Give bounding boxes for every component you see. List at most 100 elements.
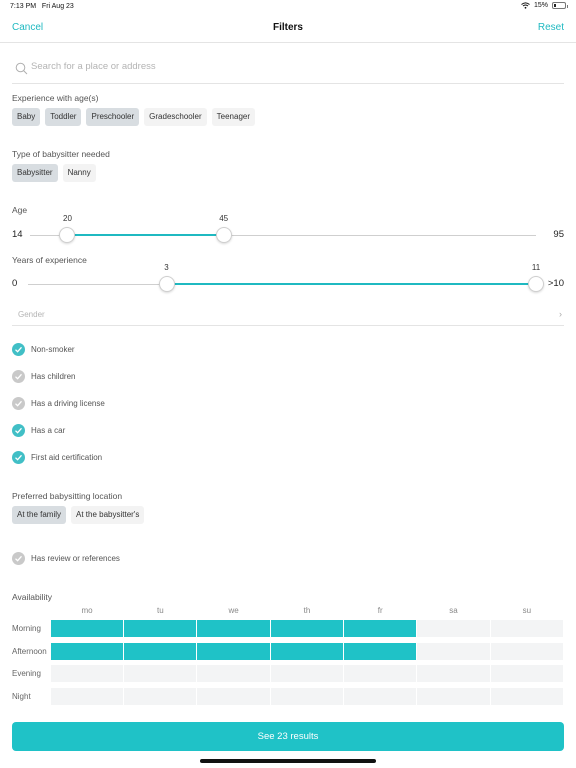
availability-cell-sa[interactable]: [417, 665, 490, 682]
availability-cell-sa[interactable]: [417, 687, 490, 705]
availability-cell-su[interactable]: [490, 642, 563, 660]
see-results-button[interactable]: See 23 results: [12, 722, 564, 751]
availability-cell-fr[interactable]: [344, 620, 417, 637]
years-low-handle[interactable]: [158, 276, 175, 292]
search-input[interactable]: [31, 61, 531, 72]
day-sa: sa: [449, 606, 458, 615]
status-bar: 7:13 PM Fri Aug 23 15%: [0, 0, 576, 14]
availability-cell-we[interactable]: [197, 665, 270, 682]
years-high-handle[interactable]: [528, 276, 544, 292]
age-label: Age: [12, 205, 28, 215]
availability-cell-mo[interactable]: [50, 642, 124, 660]
age-low-value: 20: [63, 214, 72, 223]
day-th: th: [303, 606, 311, 615]
check-label: Has review or references: [31, 553, 120, 563]
chip-at-the-babysitters[interactable]: At the babysitter's: [71, 506, 145, 524]
years-slider: 0 3 11 >10: [12, 263, 564, 298]
chip-preschooler[interactable]: Preschooler: [86, 108, 140, 126]
chip-babysitter[interactable]: Babysitter: [12, 164, 58, 182]
availability-cell-we[interactable]: [197, 642, 270, 660]
availability-cell-su[interactable]: [490, 687, 563, 705]
check-non-smoker[interactable]: Non-smoker: [12, 342, 75, 356]
chip-baby[interactable]: Baby: [12, 108, 41, 126]
availability-cell-tu[interactable]: [124, 642, 197, 660]
checkmark-icon: [12, 551, 25, 565]
availability-cell-su[interactable]: [490, 620, 563, 637]
age-min: 14: [12, 229, 23, 240]
chip-gradeschooler[interactable]: Gradeschooler: [144, 108, 207, 126]
availability-cell-we[interactable]: [197, 620, 270, 637]
age-low-handle[interactable]: [59, 227, 76, 243]
chip-toddler[interactable]: Toddler: [45, 108, 82, 126]
availability-cell-mo[interactable]: [50, 665, 124, 682]
experience-chips: Baby Toddler Preschooler Gradeschooler T…: [12, 108, 256, 126]
checkmark-icon: [12, 369, 25, 383]
age-slider: 14 20 45 95: [12, 214, 564, 249]
availability-cell-mo[interactable]: [50, 620, 124, 637]
availability-cell-th[interactable]: [270, 687, 344, 705]
check-review-references[interactable]: Has review or references: [12, 551, 120, 565]
age-range: [67, 234, 224, 236]
availability-row-label: Evening: [12, 669, 41, 678]
check-label: Non-smoker: [31, 344, 75, 354]
availability-cell-sa[interactable]: [417, 620, 490, 637]
availability-row: Evening: [12, 665, 564, 682]
availability-row: Night: [12, 687, 564, 705]
years-max: >10: [547, 278, 564, 289]
gender-placeholder: Gender: [18, 310, 45, 319]
availability-cell-tu[interactable]: [124, 620, 197, 637]
age-high-value: 45: [219, 214, 229, 223]
day-fr: fr: [377, 606, 383, 615]
availability-grid: mo tu we th fr sa su Morning Afternoon Eve…: [12, 604, 564, 710]
availability-cell-we[interactable]: [197, 687, 270, 705]
availability-cell-fr[interactable]: [344, 687, 417, 705]
status-time: 7:13 PM Fri Aug 23: [10, 3, 74, 10]
reset-button[interactable]: Reset: [538, 22, 564, 33]
status-right: 15%: [521, 2, 568, 9]
check-first-aid[interactable]: First aid certification: [12, 450, 102, 464]
availability-row: Morning: [12, 620, 564, 637]
battery-icon: [552, 2, 568, 9]
availability-cell-fr[interactable]: [344, 665, 417, 682]
check-label: Has children: [31, 371, 76, 381]
chip-teenager[interactable]: Teenager: [211, 108, 256, 126]
availability-cell-th[interactable]: [270, 642, 344, 660]
battery-percent: 15%: [533, 2, 548, 9]
check-has-children[interactable]: Has children: [12, 369, 75, 383]
chip-at-the-family[interactable]: At the family: [12, 506, 67, 524]
header-spacer: [12, 604, 51, 620]
availability-cell-sa[interactable]: [417, 642, 490, 660]
availability-cell-tu[interactable]: [124, 665, 197, 682]
years-label: Years of experience: [12, 255, 87, 265]
check-label: Has a driving license: [31, 398, 105, 408]
location-chips: At the family At the babysitter's: [12, 506, 145, 524]
availability-cell-th[interactable]: [270, 620, 344, 637]
checkmark-icon: [12, 342, 25, 356]
sitter-type-chips: Babysitter Nanny: [12, 164, 96, 182]
search-icon: [15, 62, 28, 75]
availability-cell-th[interactable]: [270, 665, 344, 682]
availability-rows: Morning Afternoon Evening Night: [12, 620, 564, 705]
checkmark-icon: [12, 450, 25, 464]
availability-label: Availability: [12, 592, 53, 602]
battery-fill: [554, 4, 556, 7]
age-high-handle[interactable]: [215, 227, 232, 243]
chevron-right-icon: ›: [559, 309, 562, 319]
check-driving-license[interactable]: Has a driving license: [12, 396, 105, 410]
availability-cell-su[interactable]: [490, 665, 563, 682]
years-high-value: 11: [531, 263, 541, 272]
chip-nanny[interactable]: Nanny: [62, 164, 96, 182]
check-has-car[interactable]: Has a car: [12, 423, 65, 437]
availability-cell-mo[interactable]: [50, 687, 124, 705]
sitter-type-label: Type of babysitter needed: [12, 149, 110, 159]
check-label: Has a car: [31, 425, 66, 435]
gender-select[interactable]: Gender ›: [12, 306, 564, 326]
availability-cell-tu[interactable]: [124, 687, 197, 705]
availability-row-label: Night: [12, 691, 31, 701]
wifi-icon: [521, 2, 530, 9]
availability-cell-fr[interactable]: [344, 642, 417, 660]
day-we: we: [228, 606, 239, 615]
years-min: 0: [12, 278, 18, 289]
years-range: [166, 283, 536, 285]
checkmark-icon: [12, 423, 25, 437]
